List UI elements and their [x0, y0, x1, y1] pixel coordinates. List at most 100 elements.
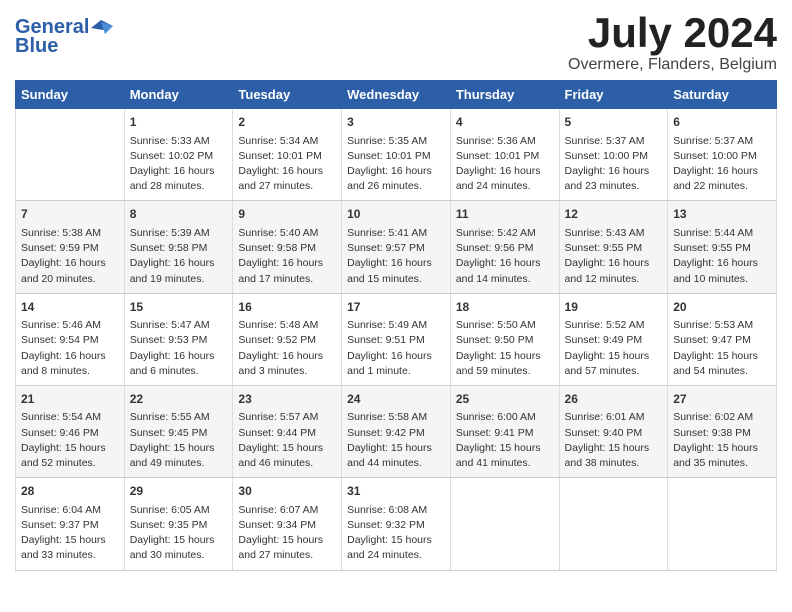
day-info-line: and 15 minutes.	[347, 272, 445, 287]
day-info-line: Sunset: 9:41 PM	[456, 426, 554, 441]
day-info-line: Sunset: 9:34 PM	[238, 518, 336, 533]
day-number: 22	[130, 391, 228, 408]
day-info-line: Sunset: 9:47 PM	[673, 333, 771, 348]
day-info-line: Sunset: 10:01 PM	[456, 149, 554, 164]
col-header-saturday: Saturday	[668, 81, 777, 109]
day-info-line: Sunrise: 6:01 AM	[565, 410, 663, 425]
day-info-line: Sunrise: 5:41 AM	[347, 226, 445, 241]
day-info-line: Daylight: 16 hours	[238, 349, 336, 364]
day-number: 8	[130, 206, 228, 223]
logo-bird-icon	[91, 20, 113, 36]
day-info-line: and 17 minutes.	[238, 272, 336, 287]
day-cell: 27Sunrise: 6:02 AMSunset: 9:38 PMDayligh…	[668, 385, 777, 477]
logo: General Blue	[15, 16, 113, 58]
day-info-line: Daylight: 16 hours	[673, 164, 771, 179]
day-cell: 19Sunrise: 5:52 AMSunset: 9:49 PMDayligh…	[559, 293, 668, 385]
day-info-line: and 24 minutes.	[456, 179, 554, 194]
day-info-line: Daylight: 16 hours	[565, 164, 663, 179]
day-info-line: Daylight: 15 hours	[347, 533, 445, 548]
day-info-line: and 59 minutes.	[456, 364, 554, 379]
day-info-line: Sunset: 9:46 PM	[21, 426, 119, 441]
month-title: July 2024	[568, 10, 777, 56]
day-number: 31	[347, 483, 445, 500]
day-info-line: Sunrise: 5:50 AM	[456, 318, 554, 333]
day-info-line: Daylight: 15 hours	[456, 441, 554, 456]
logo-blue: Blue	[15, 35, 58, 58]
day-info-line: and 10 minutes.	[673, 272, 771, 287]
day-info-line: and 27 minutes.	[238, 548, 336, 563]
day-cell: 9Sunrise: 5:40 AMSunset: 9:58 PMDaylight…	[233, 201, 342, 293]
day-info-line: and 1 minute.	[347, 364, 445, 379]
day-cell: 7Sunrise: 5:38 AMSunset: 9:59 PMDaylight…	[16, 201, 125, 293]
day-number: 4	[456, 114, 554, 131]
day-number: 11	[456, 206, 554, 223]
day-info-line: and 38 minutes.	[565, 456, 663, 471]
day-info-line: Sunrise: 5:55 AM	[130, 410, 228, 425]
day-info-line: Daylight: 16 hours	[238, 256, 336, 271]
day-number: 19	[565, 299, 663, 316]
day-cell	[559, 478, 668, 570]
day-info-line: Sunset: 9:56 PM	[456, 241, 554, 256]
day-number: 17	[347, 299, 445, 316]
day-info-line: Daylight: 15 hours	[565, 349, 663, 364]
day-info-line: and 57 minutes.	[565, 364, 663, 379]
day-info-line: Sunrise: 5:39 AM	[130, 226, 228, 241]
day-info-line: Sunset: 10:01 PM	[238, 149, 336, 164]
day-number: 20	[673, 299, 771, 316]
page-header: General Blue July 2024 Overmere, Flander…	[15, 10, 777, 74]
col-header-sunday: Sunday	[16, 81, 125, 109]
day-info-line: Sunset: 9:32 PM	[347, 518, 445, 533]
day-info-line: Sunset: 9:59 PM	[21, 241, 119, 256]
day-info-line: Daylight: 16 hours	[565, 256, 663, 271]
day-cell: 17Sunrise: 5:49 AMSunset: 9:51 PMDayligh…	[342, 293, 451, 385]
day-info-line: Sunset: 9:50 PM	[456, 333, 554, 348]
day-info-line: and 23 minutes.	[565, 179, 663, 194]
day-info-line: and 19 minutes.	[130, 272, 228, 287]
day-info-line: Sunrise: 6:02 AM	[673, 410, 771, 425]
day-info-line: and 33 minutes.	[21, 548, 119, 563]
day-info-line: and 49 minutes.	[130, 456, 228, 471]
day-info-line: Daylight: 16 hours	[238, 164, 336, 179]
day-cell	[16, 109, 125, 201]
day-info-line: Sunrise: 5:48 AM	[238, 318, 336, 333]
day-info-line: and 24 minutes.	[347, 548, 445, 563]
day-number: 13	[673, 206, 771, 223]
day-info-line: Sunset: 9:40 PM	[565, 426, 663, 441]
day-cell: 13Sunrise: 5:44 AMSunset: 9:55 PMDayligh…	[668, 201, 777, 293]
day-cell	[450, 478, 559, 570]
day-info-line: Sunrise: 5:54 AM	[21, 410, 119, 425]
day-info-line: Daylight: 16 hours	[456, 164, 554, 179]
day-info-line: Daylight: 15 hours	[565, 441, 663, 456]
day-number: 15	[130, 299, 228, 316]
day-info-line: Sunset: 9:35 PM	[130, 518, 228, 533]
day-info-line: Sunset: 9:45 PM	[130, 426, 228, 441]
day-info-line: Daylight: 15 hours	[673, 349, 771, 364]
day-info-line: Sunset: 10:02 PM	[130, 149, 228, 164]
day-cell: 6Sunrise: 5:37 AMSunset: 10:00 PMDayligh…	[668, 109, 777, 201]
day-info-line: Sunrise: 5:40 AM	[238, 226, 336, 241]
day-cell: 10Sunrise: 5:41 AMSunset: 9:57 PMDayligh…	[342, 201, 451, 293]
day-cell: 1Sunrise: 5:33 AMSunset: 10:02 PMDayligh…	[124, 109, 233, 201]
day-cell: 11Sunrise: 5:42 AMSunset: 9:56 PMDayligh…	[450, 201, 559, 293]
day-info-line: Sunrise: 5:37 AM	[565, 134, 663, 149]
week-row-3: 14Sunrise: 5:46 AMSunset: 9:54 PMDayligh…	[16, 293, 777, 385]
day-number: 26	[565, 391, 663, 408]
day-info-line: Sunset: 9:44 PM	[238, 426, 336, 441]
day-info-line: and 14 minutes.	[456, 272, 554, 287]
day-number: 30	[238, 483, 336, 500]
day-info-line: Sunset: 9:57 PM	[347, 241, 445, 256]
day-info-line: Sunrise: 6:07 AM	[238, 503, 336, 518]
day-info-line: and 30 minutes.	[130, 548, 228, 563]
day-info-line: Sunrise: 5:47 AM	[130, 318, 228, 333]
day-cell: 20Sunrise: 5:53 AMSunset: 9:47 PMDayligh…	[668, 293, 777, 385]
day-cell: 18Sunrise: 5:50 AMSunset: 9:50 PMDayligh…	[450, 293, 559, 385]
col-header-monday: Monday	[124, 81, 233, 109]
day-number: 27	[673, 391, 771, 408]
day-info-line: and 27 minutes.	[238, 179, 336, 194]
col-header-thursday: Thursday	[450, 81, 559, 109]
day-number: 3	[347, 114, 445, 131]
day-number: 28	[21, 483, 119, 500]
day-info-line: Sunrise: 5:46 AM	[21, 318, 119, 333]
day-number: 23	[238, 391, 336, 408]
day-number: 29	[130, 483, 228, 500]
